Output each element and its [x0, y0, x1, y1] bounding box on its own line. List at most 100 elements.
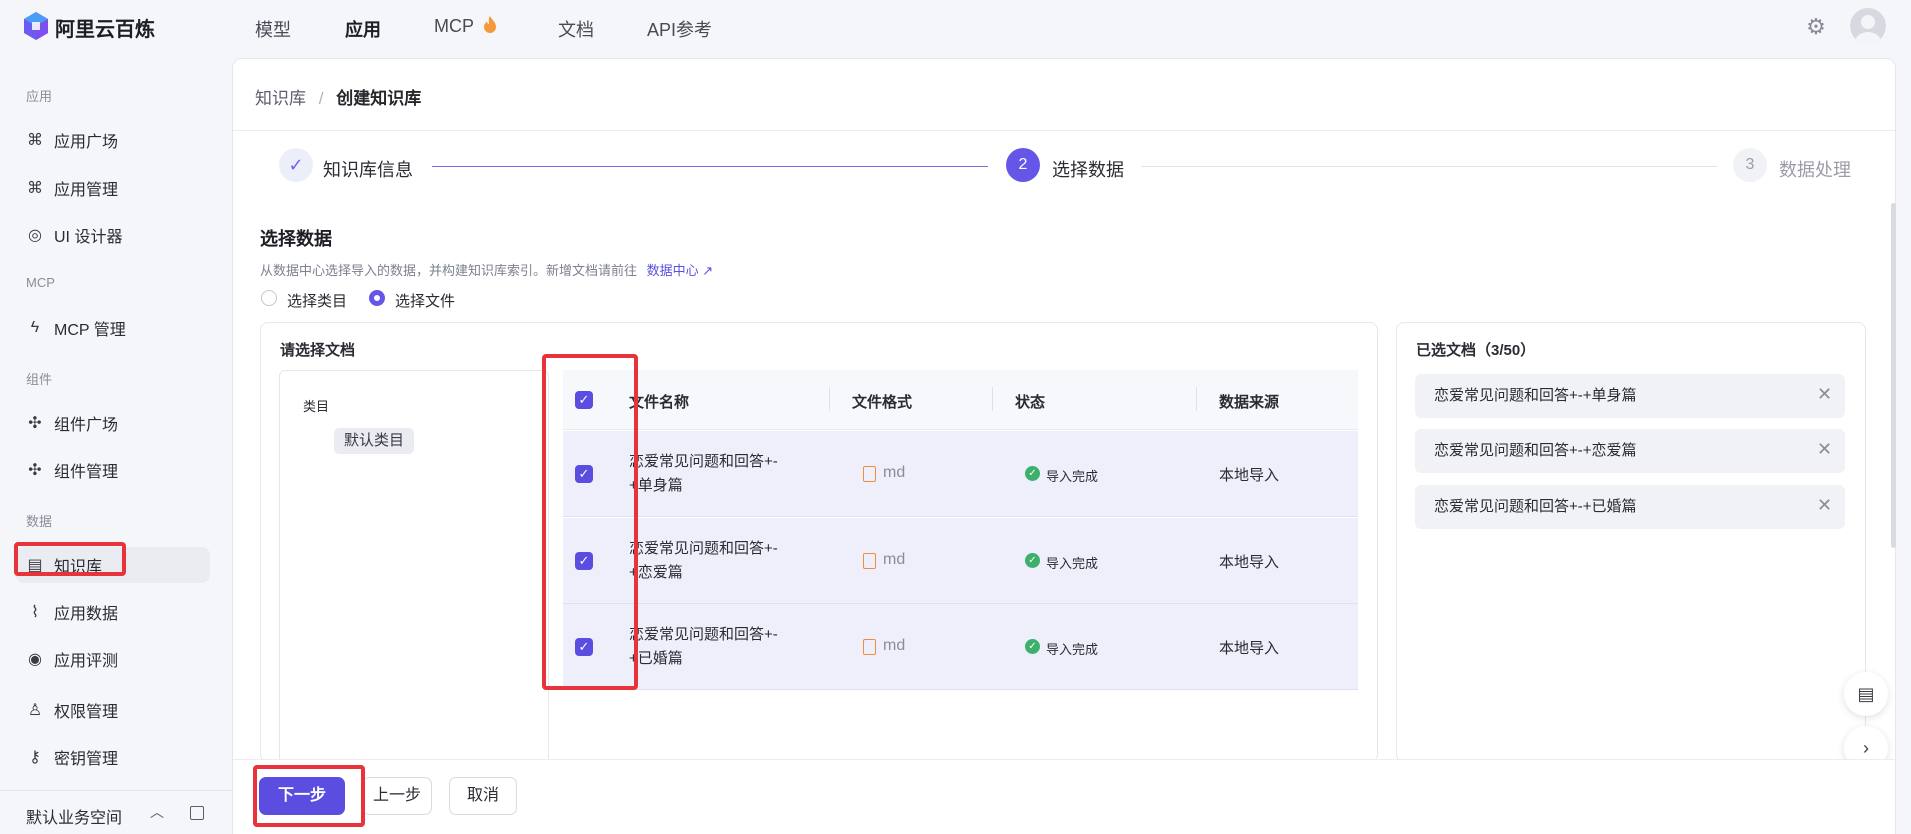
page-title: 创建知识库	[336, 89, 422, 108]
plug-icon: ϟ	[30, 319, 40, 336]
section-desc-text: 从数据中心选择导入的数据，并构建知识库索引。新增文档请前往	[260, 263, 638, 278]
chart-icon: ⌇	[31, 604, 39, 621]
header-divider	[233, 130, 1895, 131]
col-filename: 文件名称	[629, 394, 690, 411]
sidebar-item-label: 密钥管理	[54, 751, 119, 768]
row-filename: 恋爱常见问题和回答+- +已婚篇	[629, 623, 789, 671]
puzzle-icon: ✣	[28, 415, 42, 432]
category-default[interactable]: 默认类目	[334, 428, 415, 454]
chevron-up-icon[interactable]: ︿	[150, 802, 164, 822]
step-connector-1	[432, 166, 988, 167]
col-divider	[829, 387, 830, 411]
selected-doc-item: 恋爱常见问题和回答+-+恋爱篇	[1415, 429, 1845, 473]
app-name[interactable]: 阿里云百炼	[55, 13, 155, 42]
category-tree	[279, 370, 549, 762]
sidebar-item-app-plaza[interactable]: ⌘ 应用广场	[16, 122, 210, 158]
radio-select-category-label[interactable]: 选择类目	[287, 290, 347, 311]
row-source: 本地导入	[1219, 467, 1280, 484]
check-circle-icon: ✓	[1025, 466, 1040, 481]
col-divider	[992, 387, 993, 411]
radio-select-file[interactable]	[369, 290, 385, 306]
nav-apps[interactable]: 应用	[345, 16, 381, 42]
sidebar-group-components: 组件	[26, 372, 53, 387]
close-icon[interactable]: ✕	[1817, 384, 1832, 405]
row-status: 导入完成	[1046, 642, 1099, 657]
user-avatar-icon	[1855, 15, 1881, 44]
col-status: 状态	[1015, 394, 1046, 411]
sidebar-item-permissions[interactable]: ♙ 权限管理	[16, 692, 210, 728]
breadcrumb: 知识库 / 创建知识库	[255, 84, 421, 109]
nav-docs[interactable]: 文档	[558, 16, 594, 42]
nav-api-ref[interactable]: API参考	[647, 16, 712, 42]
step-check-icon: ✓	[279, 148, 313, 182]
col-source: 数据来源	[1219, 394, 1280, 411]
sidebar-item-app-data[interactable]: ⌇ 应用数据	[16, 594, 210, 630]
sidebar-item-label: MCP 管理	[54, 322, 126, 339]
row-filename-line1: 恋爱常见问题和回答+-	[629, 540, 778, 557]
selected-doc-item: 恋爱常见问题和回答+-+单身篇	[1415, 374, 1845, 418]
selected-doc-item: 恋爱常见问题和回答+-+已婚篇	[1415, 485, 1845, 529]
row-format: md	[883, 464, 906, 481]
logo-icon	[24, 12, 48, 40]
sidebar-group-apps: 应用	[26, 89, 53, 104]
puzzle-icon: ✣	[28, 462, 42, 479]
key-icon: ⚷	[29, 749, 41, 766]
radio-select-category[interactable]	[261, 290, 277, 306]
scrollbar[interactable]	[1891, 203, 1896, 548]
nav-mcp-label: MCP	[434, 16, 474, 36]
section-desc: 从数据中心选择导入的数据，并构建知识库索引。新增文档请前往 数据中心 ↗	[260, 260, 713, 279]
data-center-link[interactable]: 数据中心 ↗	[647, 263, 714, 278]
nav-models[interactable]: 模型	[255, 16, 291, 42]
sidebar-item-component-manage[interactable]: ✣ 组件管理	[16, 452, 210, 488]
radio-select-file-label[interactable]: 选择文件	[395, 290, 455, 311]
fire-icon	[483, 16, 496, 33]
row-status: 导入完成	[1046, 556, 1099, 571]
file-md-icon	[863, 553, 876, 569]
prev-step-button[interactable]: 上一步	[362, 777, 432, 815]
sidebar-item-app-eval[interactable]: ◉ 应用评测	[16, 641, 210, 677]
section-title: 选择数据	[260, 229, 332, 249]
data-center-link-label: 数据中心	[646, 263, 699, 278]
row-source: 本地导入	[1219, 640, 1280, 657]
palette-icon: ◎	[28, 227, 42, 244]
sidebar-item-ui-designer[interactable]: ◎ UI 设计器	[16, 217, 210, 253]
sidebar-item-label: 应用数据	[54, 606, 119, 623]
collapse-sidebar-icon[interactable]	[190, 806, 204, 820]
selected-docs-title: 已选文档（3/50）	[1416, 342, 1536, 359]
cancel-button[interactable]: 取消	[449, 777, 517, 815]
sidebar-item-app-manage[interactable]: ⌘ 应用管理	[16, 170, 210, 206]
gear-icon[interactable]: ⚙	[1803, 14, 1829, 40]
sidebar-divider	[0, 790, 232, 791]
grid-icon: ⌘	[27, 180, 43, 197]
row-format: md	[883, 637, 906, 654]
breadcrumb-parent[interactable]: 知识库	[255, 89, 306, 108]
row-filename-line1: 恋爱常见问题和回答+-	[629, 453, 778, 470]
workspace-switcher[interactable]: 默认业务空间	[26, 804, 122, 828]
sidebar-item-keys[interactable]: ⚷ 密钥管理	[16, 739, 210, 775]
avatar[interactable]	[1850, 8, 1886, 44]
file-md-icon	[863, 639, 876, 655]
step-2-number: 2	[1006, 148, 1040, 182]
nav-mcp[interactable]: MCP	[434, 16, 497, 37]
highlight-checkbox-column	[542, 354, 638, 690]
sidebar-group-data: 数据	[26, 514, 53, 529]
sidebar-item-label: 组件管理	[54, 464, 119, 481]
sidebar-item-label: UI 设计器	[54, 229, 123, 246]
row-source: 本地导入	[1219, 554, 1280, 571]
external-link-icon: ↗	[702, 263, 714, 278]
row-status: 导入完成	[1046, 469, 1099, 484]
row-format: md	[883, 551, 906, 568]
sidebar-item-component-plaza[interactable]: ✣ 组件广场	[16, 405, 210, 441]
col-divider	[1196, 387, 1197, 411]
category-tree-head: 类目	[303, 399, 330, 414]
document-icon[interactable]: ▤	[1844, 672, 1888, 716]
row-filename: 恋爱常见问题和回答+- +单身篇	[629, 450, 789, 498]
close-icon[interactable]: ✕	[1817, 495, 1832, 516]
sidebar-group-mcp: MCP	[26, 275, 55, 290]
user-icon: ♙	[27, 702, 43, 719]
compass-icon: ◉	[28, 651, 42, 668]
close-icon[interactable]: ✕	[1817, 439, 1832, 460]
step-3-label: 数据处理	[1779, 160, 1851, 180]
sidebar-item-mcp-manage[interactable]: ϟ MCP 管理	[16, 310, 210, 346]
highlight-knowledge-base	[14, 542, 126, 576]
